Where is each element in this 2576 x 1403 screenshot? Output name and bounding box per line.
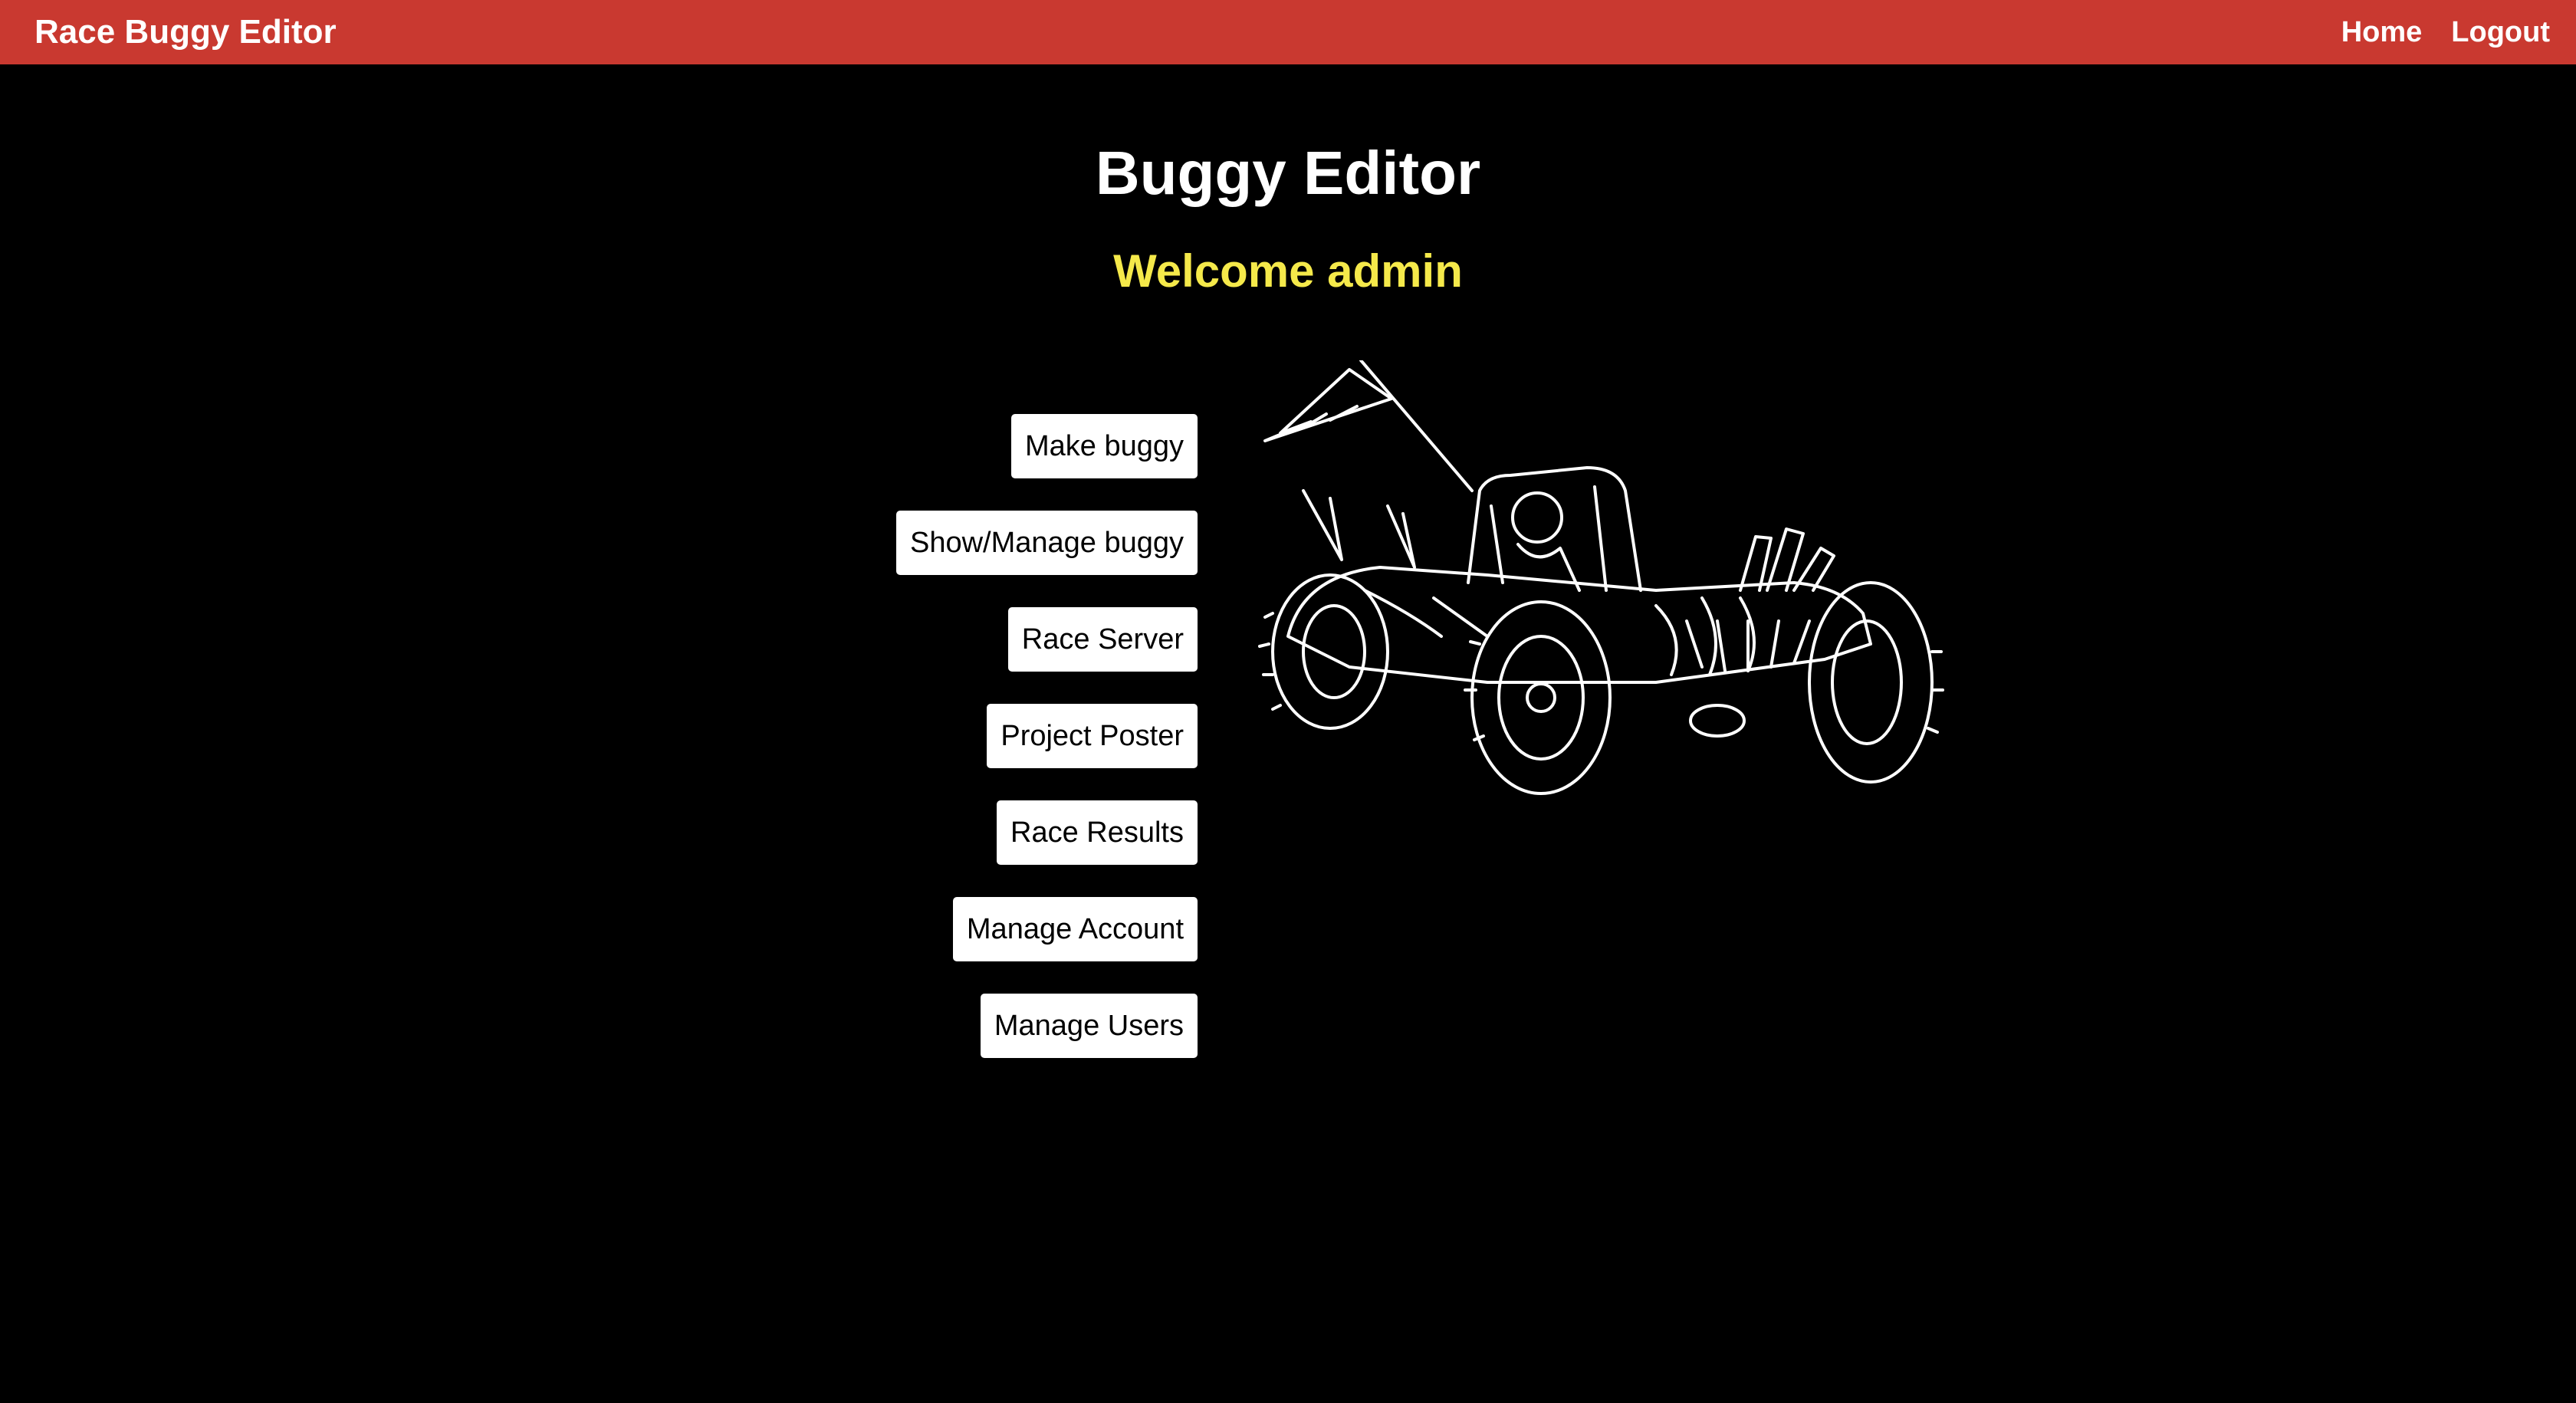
race-server-button[interactable]: Race Server <box>1007 607 1198 672</box>
manage-users-button[interactable]: Manage Users <box>980 994 1198 1058</box>
nav-home-link[interactable]: Home <box>2341 16 2423 49</box>
action-menu: Make buggy Show/Manage buggy Race Server… <box>895 414 1198 1058</box>
rear-left-rim <box>1302 604 1366 699</box>
rear-axle-detail <box>1689 704 1746 738</box>
show-manage-buggy-button[interactable]: Show/Manage buggy <box>895 511 1198 575</box>
nav-logout-link[interactable]: Logout <box>2451 16 2550 49</box>
chassis-detail <box>1363 589 1756 676</box>
brand-link[interactable]: Race Buggy Editor <box>34 0 337 64</box>
page-title: Buggy Editor <box>1095 139 1481 207</box>
front-right-wheel <box>1808 581 1934 784</box>
manage-account-button[interactable]: Manage Account <box>952 897 1198 961</box>
front-right-rim <box>1831 619 1903 745</box>
pennant-detail <box>1302 405 1359 429</box>
buggy-illustration <box>1258 360 1944 795</box>
front-left-rim <box>1497 635 1585 761</box>
project-poster-button[interactable]: Project Poster <box>987 704 1198 768</box>
driver-head <box>1511 491 1563 544</box>
front-spike <box>1302 489 1343 561</box>
welcome-message: Welcome admin <box>1113 245 1463 297</box>
pennant <box>1263 368 1393 442</box>
race-results-button[interactable]: Race Results <box>997 800 1198 865</box>
make-buggy-button[interactable]: Make buggy <box>1010 414 1198 478</box>
exhaust-pipes <box>1739 527 1835 592</box>
top-nav-bar: Race Buggy Editor Home Logout <box>0 0 2576 64</box>
nav-links: Home Logout <box>2341 0 2550 64</box>
flag-pole <box>1359 360 1474 492</box>
chassis <box>1286 566 1872 684</box>
front-left-hub <box>1526 682 1556 713</box>
front-left-wheel <box>1470 600 1612 795</box>
rear-left-wheel <box>1271 573 1389 730</box>
front-spike-2 <box>1386 504 1416 569</box>
